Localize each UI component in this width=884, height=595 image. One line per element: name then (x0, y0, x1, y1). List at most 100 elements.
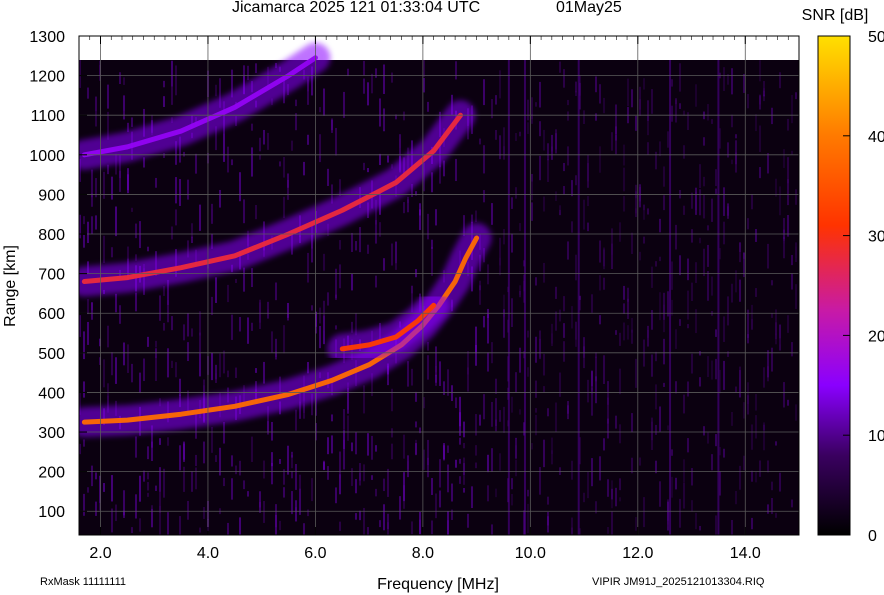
noise-streak (671, 105, 673, 122)
noise-streak (83, 234, 85, 248)
noise-streak (359, 463, 361, 486)
noise-streak (687, 324, 689, 329)
noise-streak (699, 525, 701, 531)
noise-streak (691, 229, 693, 243)
noise-streak (751, 194, 753, 210)
noise-streak (623, 285, 625, 300)
noise-streak (283, 487, 285, 498)
noise-streak (239, 172, 241, 202)
noise-streak (783, 382, 785, 408)
y-tick-label: 1300 (29, 29, 65, 46)
noise-streak (503, 406, 505, 433)
noise-streak (135, 223, 137, 239)
noise-streak (659, 218, 661, 233)
noise-streak (599, 315, 601, 325)
noise-streak (95, 472, 97, 480)
noise-streak (171, 226, 173, 240)
noise-streak (199, 332, 201, 362)
noise-streak (387, 468, 389, 497)
noise-streak (771, 481, 773, 491)
noise-streak (559, 61, 561, 73)
noise-streak (127, 246, 129, 262)
noise-streak (695, 309, 697, 334)
noise-streak (139, 518, 141, 532)
noise-streak (239, 517, 241, 535)
noise-streak (195, 467, 197, 490)
noise-streak (163, 80, 165, 88)
noise-streak (563, 69, 565, 88)
noise-streak (531, 174, 533, 201)
noise-streak (499, 257, 501, 276)
noise-streak (759, 94, 761, 110)
noise-streak (767, 460, 769, 473)
noise-streak (459, 476, 461, 484)
noise-streak (635, 191, 637, 218)
noise-streak (351, 468, 353, 486)
colorbar (817, 35, 851, 536)
noise-streak (515, 132, 517, 141)
noise-streak (567, 241, 569, 260)
noise-streak (447, 445, 449, 453)
noise-streak (423, 60, 425, 77)
x-tick-label: 4.0 (197, 545, 219, 562)
noise-streak (615, 487, 617, 507)
noise-streak (715, 188, 717, 194)
noise-streak (423, 77, 425, 93)
noise-streak (367, 82, 369, 106)
noise-streak (547, 143, 549, 161)
noise-streak (695, 84, 697, 107)
noise-streak (627, 325, 629, 340)
noise-streak (779, 472, 781, 492)
noise-streak (467, 351, 469, 375)
noise-streak (455, 61, 457, 80)
noise-streak (263, 500, 265, 523)
noise-streak (531, 443, 533, 450)
noise-streak (779, 72, 781, 89)
noise-streak (335, 268, 337, 298)
noise-streak (783, 149, 785, 168)
noise-streak (555, 286, 557, 299)
noise-streak (431, 478, 433, 495)
noise-streak (111, 352, 113, 376)
noise-streak (727, 296, 729, 326)
noise-streak (607, 381, 609, 393)
noise-streak (487, 454, 489, 473)
noise-streak (463, 457, 465, 485)
noise-streak (699, 351, 701, 356)
noise-streak (659, 292, 661, 321)
noise-streak (559, 205, 561, 213)
noise-streak (111, 176, 113, 200)
noise-streak (631, 232, 633, 254)
noise-streak (351, 232, 353, 252)
noise-streak (675, 329, 677, 349)
noise-streak (663, 195, 665, 211)
noise-streak (303, 161, 305, 176)
noise-streak (439, 490, 441, 508)
noise-streak (647, 325, 649, 347)
noise-streak (227, 528, 229, 535)
noise-streak (259, 491, 261, 513)
noise-streak (295, 99, 297, 107)
noise-streak (755, 288, 757, 297)
noise-streak (515, 372, 517, 393)
noise-streak (755, 394, 757, 411)
noise-streak (527, 330, 529, 338)
noise-streak (363, 162, 365, 171)
noise-streak (235, 465, 237, 475)
noise-streak (107, 325, 109, 348)
noise-streak (131, 207, 133, 212)
ionogram-chart: 2.0 4.0 6.0 8.0 10.0 12.0 14.0 100200300400500… (2, 7, 884, 593)
noise-streak (463, 421, 465, 438)
noise-streak (455, 158, 457, 182)
noise-streak (551, 450, 553, 465)
noise-streak (203, 379, 205, 399)
noise-streak (543, 353, 545, 376)
noise-streak (295, 113, 297, 131)
noise-streak (331, 118, 333, 133)
noise-streak (723, 360, 725, 390)
noise-streak (535, 336, 537, 363)
noise-streak (759, 460, 761, 477)
noise-streak (791, 95, 793, 124)
noise-streak (419, 209, 421, 230)
noise-streak (755, 114, 757, 132)
